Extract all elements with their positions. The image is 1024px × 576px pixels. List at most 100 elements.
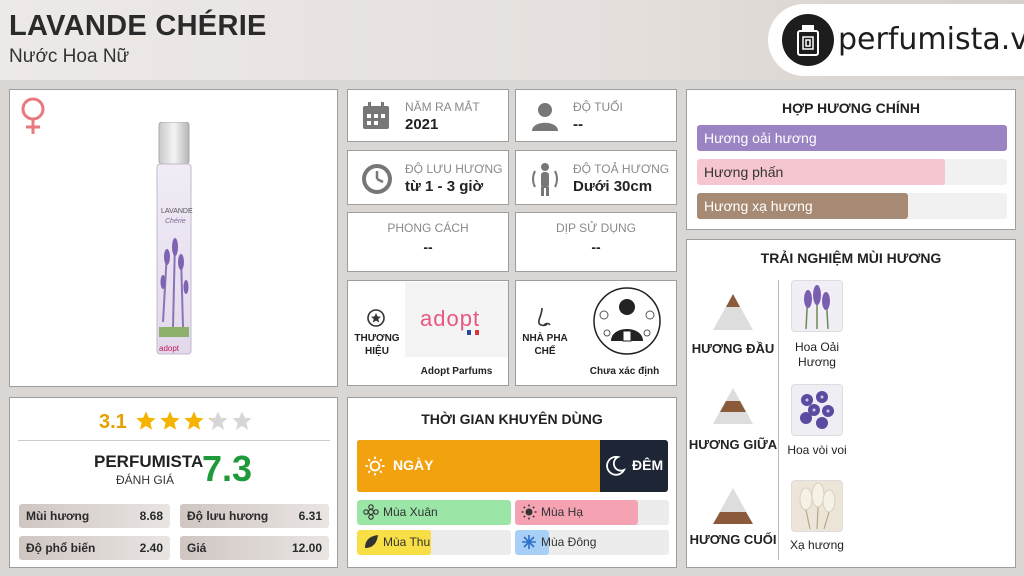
accord-bar: Hương xạ hương [697, 193, 1007, 219]
label: ĐỘ TOẢ HƯƠNG [573, 162, 670, 176]
calendar-icon [361, 101, 391, 136]
brand-label-1: THƯƠNG [354, 333, 400, 344]
snowflake-icon [522, 535, 536, 549]
perfume-subtitle: Nước Hoa Nữ [9, 46, 130, 67]
accords-card: HỢP HƯƠNG CHÍNH Hương oải hương Hương ph… [686, 89, 1016, 230]
star-icon [208, 411, 228, 430]
notes-title: TRẢI NGHIỆM MÙI HƯƠNG [760, 250, 942, 266]
flag-icon [467, 330, 479, 335]
star-icon [160, 411, 180, 430]
logo-text: perfumista.vn [838, 22, 1024, 57]
pyramid-base-icon [713, 488, 753, 524]
label: ĐỘ TUỔI [573, 100, 623, 114]
perfumer-icon [593, 287, 661, 355]
stat-do-pho-bien: Độ phổ biến 2.40 [19, 536, 170, 560]
accords-title: HỢP HƯƠNG CHÍNH [782, 100, 920, 116]
season-summer: Mùa Hạ [515, 500, 669, 525]
notes-divider [778, 280, 779, 560]
value: từ 1 - 3 giờ [405, 178, 484, 195]
user-icon [529, 100, 561, 137]
brand-box[interactable]: THƯƠNG HIỆU adopt Adopt Parfums [347, 280, 509, 386]
pyramid-top-icon [713, 294, 753, 330]
note-middle-label: HƯƠNG GIỮA [688, 437, 778, 452]
brand-label-2: HIỆU [365, 346, 389, 357]
female-icon [18, 96, 48, 141]
perfume-bottle-icon [782, 14, 834, 66]
season-autumn: Mùa Thu [357, 530, 511, 555]
perfumer-box[interactable]: NHÀ PHA CHẾ Chưa xác định [515, 280, 677, 386]
product-bottle-image: LAVANDE Chérie adopt [153, 121, 195, 356]
info-do-tuoi: ĐỘ TUỔI -- [515, 89, 677, 142]
perfumer-label-1: NHÀ PHA [522, 333, 568, 344]
note-base-image [791, 480, 843, 532]
info-do-luu-huong: ĐỘ LƯU HƯƠNG từ 1 - 3 giờ [347, 150, 509, 205]
day-night-bar: NGÀY ĐÊM [357, 440, 668, 492]
label: PHONG CÁCH [387, 221, 469, 235]
label: NĂM RA MẮT [405, 100, 480, 114]
day-label: NGÀY [393, 457, 434, 473]
flower-icon [363, 504, 379, 520]
star-icon [136, 411, 156, 430]
note-base-label: HƯƠNG CUỐI [689, 532, 777, 547]
brand-logo-area: adopt [405, 282, 508, 357]
rating-card: 3.1 PERFUMISTA ĐÁNH GIÁ 7.3 Mùi hương 8.… [9, 397, 338, 568]
sun-small-icon [521, 504, 537, 520]
danh-gia-label: ĐÁNH GIÁ [116, 473, 175, 487]
stat-do-luu-huong: Độ lưu hương 6.31 [180, 504, 329, 528]
bottle-sublabel: Chérie [165, 218, 186, 225]
moon-icon [604, 455, 627, 482]
usage-time-card: THỜI GIAN KHUYÊN DÙNG NGÀY ĐÊM Mùa Xuân … [347, 397, 677, 568]
perfumer-label-2: CHẾ [534, 346, 556, 357]
info-nam-ra-mat: NĂM RA MẮT 2021 [347, 89, 509, 142]
value: -- [591, 239, 601, 255]
stat-gia: Giá 12.00 [180, 536, 329, 560]
note-middle-name: Hoa vòi voi [787, 443, 847, 457]
perfumista-score: 7.3 [202, 448, 253, 489]
info-phong-cach: PHONG CÁCH -- [347, 212, 509, 272]
bottle-label: LAVANDE [161, 208, 193, 215]
usage-time-title: THỜI GIAN KHUYÊN DÙNG [421, 411, 603, 427]
pyramid-middle-icon [713, 388, 753, 424]
label: ĐỘ LƯU HƯƠNG [405, 162, 503, 176]
info-dip-su-dung: DỊP SỬ DỤNG -- [515, 212, 677, 272]
brand-name: Adopt Parfums [420, 366, 493, 377]
value: 2021 [405, 116, 439, 133]
star-rating [135, 410, 255, 434]
star-icon [184, 411, 204, 430]
perfumer-avatar-area [587, 285, 667, 357]
accord-bar: Hương oải hương [697, 125, 1007, 151]
info-do-toa-huong: ĐỘ TOẢ HƯƠNG Dưới 30cm [515, 150, 677, 205]
note-top-image [791, 280, 843, 332]
perfume-title: LAVANDE CHÉRIE [9, 10, 267, 42]
stat-mui-huong: Mùi hương 8.68 [19, 504, 170, 528]
value: Dưới 30cm [573, 178, 653, 195]
site-logo[interactable]: perfumista.vn [768, 4, 1024, 76]
note-middle-image [791, 384, 843, 436]
notes-card: TRẢI NGHIỆM MÙI HƯƠNG HƯƠNG ĐẦU Hoa Oải … [686, 239, 1016, 568]
nose-icon [536, 307, 552, 334]
star-icon [232, 411, 252, 430]
perfumer-name: Chưa xác định [589, 366, 660, 377]
season-winter: Mùa Đông [515, 530, 669, 555]
sillage-icon [528, 161, 562, 202]
star-rating-value: 3.1 [99, 411, 127, 433]
value: -- [423, 239, 433, 255]
note-base-name: Xạ hương [790, 538, 844, 552]
brand-logo: adopt [420, 306, 481, 331]
leaf-icon [365, 535, 378, 548]
product-card: LAVANDE Chérie adopt [9, 89, 338, 387]
perfumista-label: PERFUMISTA [94, 452, 204, 471]
note-top-label: HƯƠNG ĐẦU [691, 341, 775, 356]
divider [18, 440, 330, 441]
night-label: ĐÊM [632, 457, 664, 473]
season-spring: Mùa Xuân [357, 500, 511, 525]
sun-icon [365, 456, 385, 481]
value: -- [573, 116, 583, 133]
bottle-brand: adopt [159, 344, 180, 353]
note-top-name: Hoa Oải Hương [794, 340, 840, 369]
label: DỊP SỬ DỤNG [555, 221, 637, 235]
clock-icon [361, 163, 393, 200]
header: LAVANDE CHÉRIE Nước Hoa Nữ perfumista.vn [0, 0, 1024, 80]
badge-icon [367, 309, 385, 332]
accord-bar: Hương phấn [697, 159, 1007, 185]
